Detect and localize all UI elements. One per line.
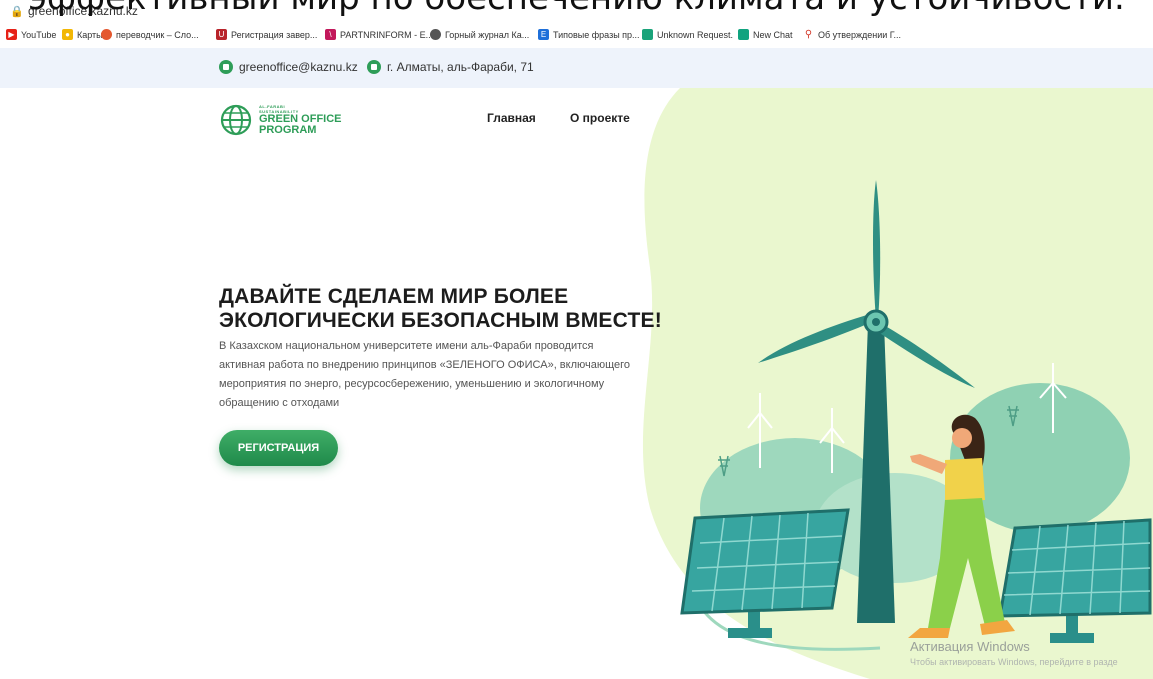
globe-icon — [430, 29, 441, 40]
bookmark-youtube[interactable]: ▶ YouTube — [6, 29, 56, 40]
translator-icon — [101, 29, 112, 40]
bookmark-mining-journal[interactable]: Горный журнал Ка... — [430, 29, 529, 40]
phrases-icon: E — [538, 29, 549, 40]
bookmark-approval[interactable]: ⚲ Об утверждении Г... — [803, 29, 901, 40]
contact-address[interactable]: г. Алматы, аль-Фараби, 71 — [367, 60, 534, 74]
bookmark-translator[interactable]: переводчик – Сло... — [101, 29, 199, 40]
overlay-caption: эффективный мир по обеспечению климата и… — [0, 0, 1153, 18]
bookmarks-bar: ▶ YouTube ● Карты переводчик – Сло... U Рег… — [0, 24, 1153, 49]
globe-logo-icon — [220, 104, 252, 136]
bookmark-partnrinform[interactable]: \ PARTNRINFORM - E... — [325, 29, 433, 40]
maps-icon: ● — [62, 29, 73, 40]
woman-face — [952, 428, 972, 448]
bookmark-phrases[interactable]: E Типовые фразы пр... — [538, 29, 640, 40]
hero-illustration — [642, 88, 1153, 679]
search-icon: ⚲ — [804, 29, 813, 40]
windows-activation-title: Активация Windows — [910, 639, 1030, 654]
woman-shirt — [945, 458, 985, 502]
logo-text: AL-FARABI SUSTAINABILITY GREEN OFFICE PR… — [259, 104, 342, 136]
windows-activation-subtitle: Чтобы активировать Windows, перейдите в … — [910, 657, 1118, 667]
contact-bar: greenoffice@kaznu.kz г. Алматы, аль-Фара… — [0, 48, 1153, 88]
registration-icon: U — [216, 29, 227, 40]
hero-description: В Казахском национальном университете им… — [219, 340, 631, 409]
mail-icon — [219, 60, 233, 74]
location-pin-icon — [367, 60, 381, 74]
hero-heading: ДАВАЙТЕ СДЕЛАЕМ МИР БОЛЕЕ ЭКОЛОГИЧЕСКИ Б… — [219, 285, 662, 332]
nav-home[interactable]: Главная — [487, 111, 536, 125]
bookmark-new-chat[interactable]: New Chat — [738, 29, 793, 40]
bookmark-maps[interactable]: ● Карты — [62, 29, 103, 40]
contact-email[interactable]: greenoffice@kaznu.kz — [219, 60, 358, 74]
site-logo[interactable]: AL-FARABI SUSTAINABILITY GREEN OFFICE PR… — [219, 104, 342, 136]
partnrinform-icon: \ — [325, 29, 336, 40]
register-button[interactable]: РЕГИСТРАЦИЯ — [219, 430, 338, 466]
bookmark-unknown-request[interactable]: Unknown Request. — [642, 29, 733, 40]
youtube-icon: ▶ — [6, 29, 17, 40]
unknown-request-icon — [642, 29, 653, 40]
chat-icon — [738, 29, 749, 40]
bookmark-registration[interactable]: U Регистрация завер... — [216, 29, 317, 40]
